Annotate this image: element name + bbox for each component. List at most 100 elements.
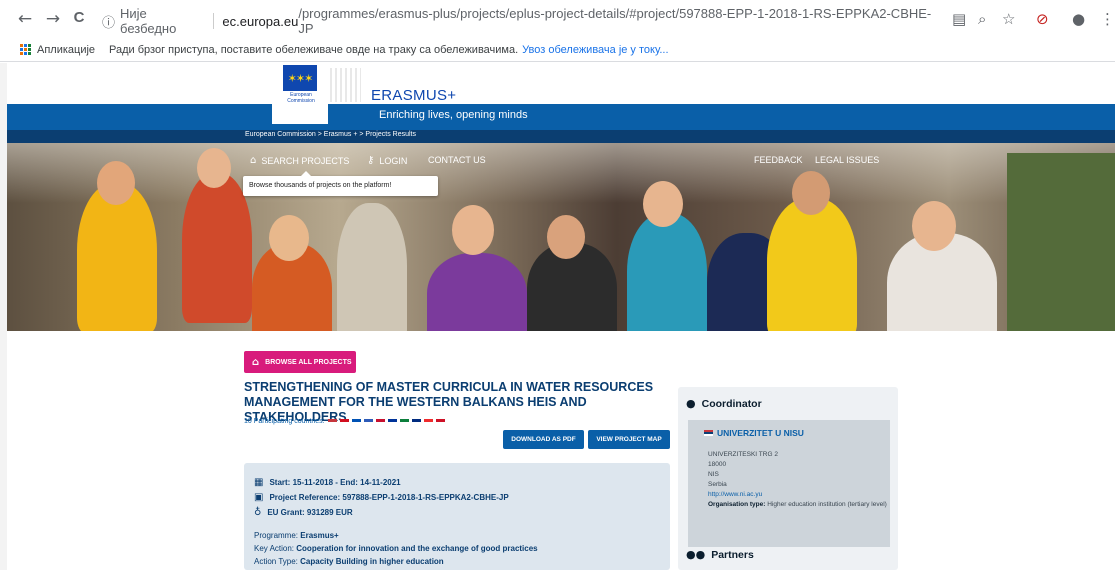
- project-dates: Start: 15-11-2018 - End: 14-11-2021: [269, 478, 401, 487]
- breadcrumb[interactable]: European Commission > Erasmus + > Projec…: [245, 131, 416, 138]
- group-icon: ●●: [686, 548, 706, 561]
- hero-person-head: [452, 205, 494, 255]
- hero-person: [767, 198, 857, 331]
- block-extension-icon[interactable]: ⊘: [1036, 10, 1049, 28]
- partners-heading: ●● Partners: [686, 548, 754, 561]
- zoom-icon[interactable]: ⌕: [978, 10, 986, 28]
- browser-toolbar: ← → C ⓘ Није безбедно ec.europa.eu/progr…: [0, 0, 1115, 38]
- ec-logo-base: [272, 104, 328, 124]
- country-flags: [327, 418, 445, 425]
- key-action-label: Key Action:: [254, 544, 295, 553]
- site-title[interactable]: ERASMUS+: [371, 87, 456, 104]
- coordinator-address: UNIVERZITESKI TRG 2: [708, 451, 778, 458]
- action-type-row: Action Type: Capacity Building in higher…: [254, 557, 444, 566]
- hero-person-head: [792, 171, 830, 215]
- tagline: Enriching lives, opening minds: [379, 109, 528, 121]
- country-flag-icon: [351, 418, 361, 425]
- profile-icon[interactable]: ●: [1072, 10, 1085, 28]
- coordinator-name-row[interactable]: UNIVERZITET U NISU: [704, 428, 804, 438]
- forward-button[interactable]: →: [42, 9, 64, 29]
- ec-logo-text: European Commission: [287, 92, 315, 104]
- participating-countries: 10 Participating countries:: [244, 418, 445, 425]
- browse-button-label: BROWSE ALL PROJECTS: [265, 358, 352, 366]
- translate-icon[interactable]: ▤: [952, 10, 966, 28]
- key-action-row: Key Action: Cooperation for innovation a…: [254, 544, 538, 553]
- project-info-box: ▦ Start: 15-11-2018 - End: 14-11-2021 ▣ …: [244, 463, 670, 570]
- country-flag-icon: [327, 418, 337, 425]
- document-icon: ▣: [254, 492, 264, 503]
- person-icon: ●: [686, 397, 696, 410]
- coordinator-postcode: 18000: [708, 461, 727, 468]
- action-type-value: Capacity Building in higher education: [300, 557, 444, 566]
- coordinator-heading: ● Coordinator: [686, 397, 762, 410]
- bookmarks-import-link[interactable]: Увоз обележивача је у току...: [522, 44, 668, 56]
- money-bag-icon: ♁: [254, 507, 262, 518]
- project-grant-row: ♁ EU Grant: 931289 EUR: [254, 507, 353, 518]
- key-action-value: Cooperation for innovation and the excha…: [296, 544, 538, 553]
- nav-login[interactable]: ⚷ LOGIN: [367, 155, 407, 166]
- country-flag-icon: [375, 418, 385, 425]
- coordinator-card: UNIVERZITET U NISU UNIVERZITESKI TRG 2 1…: [688, 420, 890, 547]
- calendar-icon: ▦: [254, 477, 264, 488]
- project-dates-row: ▦ Start: 15-11-2018 - End: 14-11-2021: [254, 477, 401, 488]
- programme-row: Programme: Erasmus+: [254, 531, 339, 540]
- hero-person: [77, 183, 157, 331]
- download-pdf-button[interactable]: DOWNLOAD AS PDF: [503, 430, 584, 449]
- apps-icon[interactable]: [20, 44, 31, 55]
- coordinator-name: UNIVERZITET U NISU: [717, 428, 804, 438]
- coordinator-details: UNIVERZITESKI TRG 2 18000 NIS Serbia htt…: [708, 450, 887, 510]
- ec-logo[interactable]: ✶✶✶ European Commission: [272, 65, 328, 109]
- coordinator-country: Serbia: [708, 481, 727, 488]
- action-type-label: Action Type:: [254, 557, 298, 566]
- countries-label: 10 Participating countries:: [244, 418, 325, 425]
- url-path: /programmes/erasmus-plus/projects/eplus-…: [298, 6, 932, 36]
- hero-person: [427, 253, 527, 331]
- coordinator-city: NIS: [708, 471, 719, 478]
- home-icon: ⌂: [252, 356, 260, 368]
- hero-person: [627, 213, 707, 331]
- nav-search-projects[interactable]: ⌂ SEARCH PROJECTS: [250, 155, 349, 166]
- info-icon[interactable]: ⓘ: [102, 12, 115, 31]
- site-header: ✶✶✶ European Commission ERASMUS+: [7, 63, 1115, 109]
- bookmarks-bar: Апликације Ради брзог приступа, поставит…: [0, 38, 1115, 62]
- project-reference-row: ▣ Project Reference: 597888-EPP-1-2018-1…: [254, 492, 509, 503]
- nav-feedback[interactable]: FEEDBACK: [754, 155, 803, 165]
- tagline-band: Enriching lives, opening minds: [7, 104, 1115, 130]
- reload-button[interactable]: C: [68, 9, 90, 26]
- hero-person-head: [269, 215, 309, 261]
- coordinator-url[interactable]: http://www.ni.ac.yu: [708, 490, 887, 500]
- breadcrumb-band: European Commission > Erasmus + > Projec…: [7, 130, 1115, 143]
- nav-login-label: LOGIN: [379, 155, 408, 166]
- apps-label[interactable]: Апликације: [37, 44, 95, 56]
- view-project-map-button[interactable]: VIEW PROJECT MAP: [588, 430, 670, 449]
- project-reference: Project Reference: 597888-EPP-1-2018-1-R…: [269, 493, 509, 502]
- org-type-label: Organisation type:: [708, 501, 766, 508]
- nav-search-label: SEARCH PROJECTS: [261, 155, 350, 166]
- nav-contact[interactable]: CONTACT US: [428, 155, 486, 165]
- browse-all-projects-button[interactable]: ⌂ BROWSE ALL PROJECTS: [244, 351, 356, 373]
- web-page: ✶✶✶ European Commission ERASMUS+ Enrichi…: [0, 63, 1115, 570]
- nav-feedback-label: FEEDBACK: [754, 155, 803, 165]
- country-flag-icon: [411, 418, 421, 425]
- nav-contact-label: CONTACT US: [428, 155, 486, 165]
- coordinator-panel: ● Coordinator UNIVERZITET U NISU UNIVERZ…: [678, 387, 898, 570]
- back-button[interactable]: ←: [14, 9, 36, 29]
- country-flag-icon: [423, 418, 433, 425]
- hero-person: [337, 203, 407, 331]
- bookmarks-hint: Ради брзог приступа, поставите обележива…: [109, 43, 519, 56]
- eu-flag-icon: ✶✶✶: [283, 65, 317, 91]
- org-type-value: Higher education institution (tertiary l…: [767, 501, 887, 508]
- address-bar[interactable]: ⓘ Није безбедно ec.europa.eu/programmes/…: [102, 6, 937, 36]
- coordinator-heading-label: Coordinator: [701, 397, 762, 410]
- home-icon: ⌂: [250, 155, 257, 166]
- project-grant: EU Grant: 931289 EUR: [267, 508, 353, 517]
- hero-person-head: [912, 201, 956, 251]
- nav-legal[interactable]: LEGAL ISSUES: [815, 155, 879, 165]
- hero-person-head: [547, 215, 585, 259]
- star-icon[interactable]: ☆: [1002, 10, 1015, 28]
- menu-icon[interactable]: ⋮: [1100, 10, 1115, 28]
- security-label: Није безбедно: [120, 6, 177, 36]
- hero-person: [182, 173, 252, 323]
- key-icon: ⚷: [367, 155, 375, 166]
- address-separator: [213, 13, 215, 29]
